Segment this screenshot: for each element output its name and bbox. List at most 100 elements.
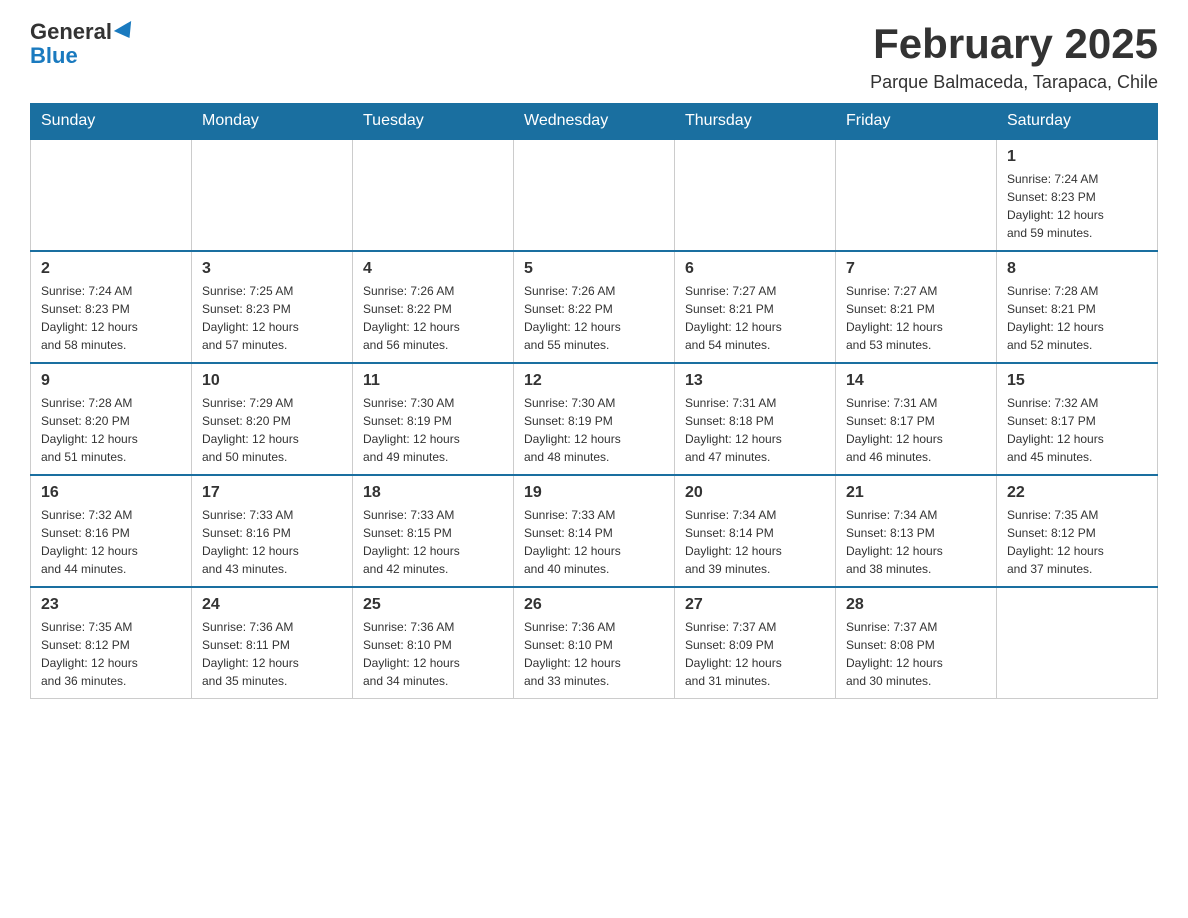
day-info: Sunrise: 7:37 AM Sunset: 8:09 PM Dayligh… <box>685 618 825 690</box>
day-number: 10 <box>202 372 342 390</box>
logo-blue: Blue <box>30 43 78 68</box>
calendar-cell <box>836 139 997 251</box>
day-number: 2 <box>41 260 181 278</box>
calendar-cell: 16 Sunrise: 7:32 AM Sunset: 8:16 PM Dayli… <box>31 475 192 587</box>
calendar-cell: 24 Sunrise: 7:36 AM Sunset: 8:11 PM Dayli… <box>192 587 353 699</box>
day-info: Sunrise: 7:26 AM Sunset: 8:22 PM Dayligh… <box>524 282 664 354</box>
day-number: 8 <box>1007 260 1147 278</box>
calendar-cell: 20 Sunrise: 7:34 AM Sunset: 8:14 PM Dayli… <box>675 475 836 587</box>
day-info: Sunrise: 7:37 AM Sunset: 8:08 PM Dayligh… <box>846 618 986 690</box>
day-info: Sunrise: 7:33 AM Sunset: 8:15 PM Dayligh… <box>363 506 503 578</box>
subtitle: Parque Balmaceda, Tarapaca, Chile <box>870 72 1158 93</box>
day-info: Sunrise: 7:35 AM Sunset: 8:12 PM Dayligh… <box>1007 506 1147 578</box>
calendar-cell: 17 Sunrise: 7:33 AM Sunset: 8:16 PM Dayli… <box>192 475 353 587</box>
calendar-cell: 11Sunrise: 7:30 AM Sunset: 8:19 PM Dayli… <box>353 363 514 475</box>
day-number: 23 <box>41 596 181 614</box>
day-header-monday: Monday <box>192 104 353 140</box>
calendar-cell: 18 Sunrise: 7:33 AM Sunset: 8:15 PM Dayli… <box>353 475 514 587</box>
day-header-thursday: Thursday <box>675 104 836 140</box>
day-number: 3 <box>202 260 342 278</box>
day-number: 15 <box>1007 372 1147 390</box>
day-header-sunday: Sunday <box>31 104 192 140</box>
day-info: Sunrise: 7:24 AM Sunset: 8:23 PM Dayligh… <box>41 282 181 354</box>
day-info: Sunrise: 7:28 AM Sunset: 8:20 PM Dayligh… <box>41 394 181 466</box>
day-info: Sunrise: 7:34 AM Sunset: 8:13 PM Dayligh… <box>846 506 986 578</box>
day-info: Sunrise: 7:33 AM Sunset: 8:16 PM Dayligh… <box>202 506 342 578</box>
day-info: Sunrise: 7:25 AM Sunset: 8:23 PM Dayligh… <box>202 282 342 354</box>
main-title: February 2025 <box>870 20 1158 68</box>
day-number: 13 <box>685 372 825 390</box>
day-number: 26 <box>524 596 664 614</box>
calendar-header-row: SundayMondayTuesdayWednesdayThursdayFrid… <box>31 104 1158 140</box>
day-number: 18 <box>363 484 503 502</box>
day-info: Sunrise: 7:29 AM Sunset: 8:20 PM Dayligh… <box>202 394 342 466</box>
day-info: Sunrise: 7:27 AM Sunset: 8:21 PM Dayligh… <box>685 282 825 354</box>
calendar-cell: 3 Sunrise: 7:25 AM Sunset: 8:23 PM Daylig… <box>192 251 353 363</box>
calendar-cell: 9 Sunrise: 7:28 AM Sunset: 8:20 PM Daylig… <box>31 363 192 475</box>
calendar-cell: 14 Sunrise: 7:31 AM Sunset: 8:17 PM Dayli… <box>836 363 997 475</box>
day-number: 9 <box>41 372 181 390</box>
logo-general: General <box>30 19 112 44</box>
day-number: 17 <box>202 484 342 502</box>
page-header: General Blue February 2025 Parque Balmac… <box>30 20 1158 93</box>
day-number: 11 <box>363 372 503 390</box>
day-number: 7 <box>846 260 986 278</box>
calendar-cell: 19 Sunrise: 7:33 AM Sunset: 8:14 PM Dayli… <box>514 475 675 587</box>
day-info: Sunrise: 7:32 AM Sunset: 8:16 PM Dayligh… <box>41 506 181 578</box>
day-number: 24 <box>202 596 342 614</box>
day-info: Sunrise: 7:32 AM Sunset: 8:17 PM Dayligh… <box>1007 394 1147 466</box>
day-info: Sunrise: 7:24 AM Sunset: 8:23 PM Dayligh… <box>1007 170 1147 242</box>
calendar-cell <box>514 139 675 251</box>
day-info: Sunrise: 7:36 AM Sunset: 8:11 PM Dayligh… <box>202 618 342 690</box>
day-number: 14 <box>846 372 986 390</box>
day-header-saturday: Saturday <box>997 104 1158 140</box>
logo-triangle-icon <box>114 21 138 43</box>
calendar-cell: 28 Sunrise: 7:37 AM Sunset: 8:08 PM Dayli… <box>836 587 997 699</box>
day-number: 16 <box>41 484 181 502</box>
day-info: Sunrise: 7:31 AM Sunset: 8:18 PM Dayligh… <box>685 394 825 466</box>
day-number: 19 <box>524 484 664 502</box>
day-header-wednesday: Wednesday <box>514 104 675 140</box>
day-info: Sunrise: 7:28 AM Sunset: 8:21 PM Dayligh… <box>1007 282 1147 354</box>
calendar-cell: 4Sunrise: 7:26 AM Sunset: 8:22 PM Daylig… <box>353 251 514 363</box>
logo: General Blue <box>30 20 136 68</box>
logo-text: General <box>30 20 136 44</box>
day-number: 21 <box>846 484 986 502</box>
day-info: Sunrise: 7:31 AM Sunset: 8:17 PM Dayligh… <box>846 394 986 466</box>
calendar-cell <box>192 139 353 251</box>
calendar-cell: 25Sunrise: 7:36 AM Sunset: 8:10 PM Dayli… <box>353 587 514 699</box>
calendar-cell: 12 Sunrise: 7:30 AM Sunset: 8:19 PM Dayli… <box>514 363 675 475</box>
day-info: Sunrise: 7:34 AM Sunset: 8:14 PM Dayligh… <box>685 506 825 578</box>
day-number: 6 <box>685 260 825 278</box>
calendar-cell <box>675 139 836 251</box>
calendar-week-row: 16 Sunrise: 7:32 AM Sunset: 8:16 PM Dayli… <box>31 475 1158 587</box>
calendar-cell <box>353 139 514 251</box>
title-area: February 2025 Parque Balmaceda, Tarapaca… <box>870 20 1158 93</box>
calendar-cell: 22 Sunrise: 7:35 AM Sunset: 8:12 PM Dayli… <box>997 475 1158 587</box>
day-number: 12 <box>524 372 664 390</box>
day-info: Sunrise: 7:33 AM Sunset: 8:14 PM Dayligh… <box>524 506 664 578</box>
day-number: 20 <box>685 484 825 502</box>
day-number: 22 <box>1007 484 1147 502</box>
calendar-cell: 21 Sunrise: 7:34 AM Sunset: 8:13 PM Dayli… <box>836 475 997 587</box>
calendar-cell: 8 Sunrise: 7:28 AM Sunset: 8:21 PM Daylig… <box>997 251 1158 363</box>
day-info: Sunrise: 7:35 AM Sunset: 8:12 PM Dayligh… <box>41 618 181 690</box>
calendar-week-row: 2 Sunrise: 7:24 AM Sunset: 8:23 PM Daylig… <box>31 251 1158 363</box>
calendar-cell <box>997 587 1158 699</box>
calendar-cell: 27Sunrise: 7:37 AM Sunset: 8:09 PM Dayli… <box>675 587 836 699</box>
calendar-cell: 6 Sunrise: 7:27 AM Sunset: 8:21 PM Daylig… <box>675 251 836 363</box>
day-number: 5 <box>524 260 664 278</box>
day-info: Sunrise: 7:26 AM Sunset: 8:22 PM Dayligh… <box>363 282 503 354</box>
day-info: Sunrise: 7:30 AM Sunset: 8:19 PM Dayligh… <box>524 394 664 466</box>
calendar-cell: 2 Sunrise: 7:24 AM Sunset: 8:23 PM Daylig… <box>31 251 192 363</box>
calendar-cell: 26Sunrise: 7:36 AM Sunset: 8:10 PM Dayli… <box>514 587 675 699</box>
day-number: 1 <box>1007 148 1147 166</box>
calendar-cell: 1 Sunrise: 7:24 AM Sunset: 8:23 PM Daylig… <box>997 139 1158 251</box>
day-number: 28 <box>846 596 986 614</box>
calendar-week-row: 9 Sunrise: 7:28 AM Sunset: 8:20 PM Daylig… <box>31 363 1158 475</box>
day-header-friday: Friday <box>836 104 997 140</box>
calendar-week-row: 1 Sunrise: 7:24 AM Sunset: 8:23 PM Daylig… <box>31 139 1158 251</box>
calendar-cell: 5 Sunrise: 7:26 AM Sunset: 8:22 PM Daylig… <box>514 251 675 363</box>
calendar-cell: 15 Sunrise: 7:32 AM Sunset: 8:17 PM Dayli… <box>997 363 1158 475</box>
calendar-cell: 7Sunrise: 7:27 AM Sunset: 8:21 PM Daylig… <box>836 251 997 363</box>
